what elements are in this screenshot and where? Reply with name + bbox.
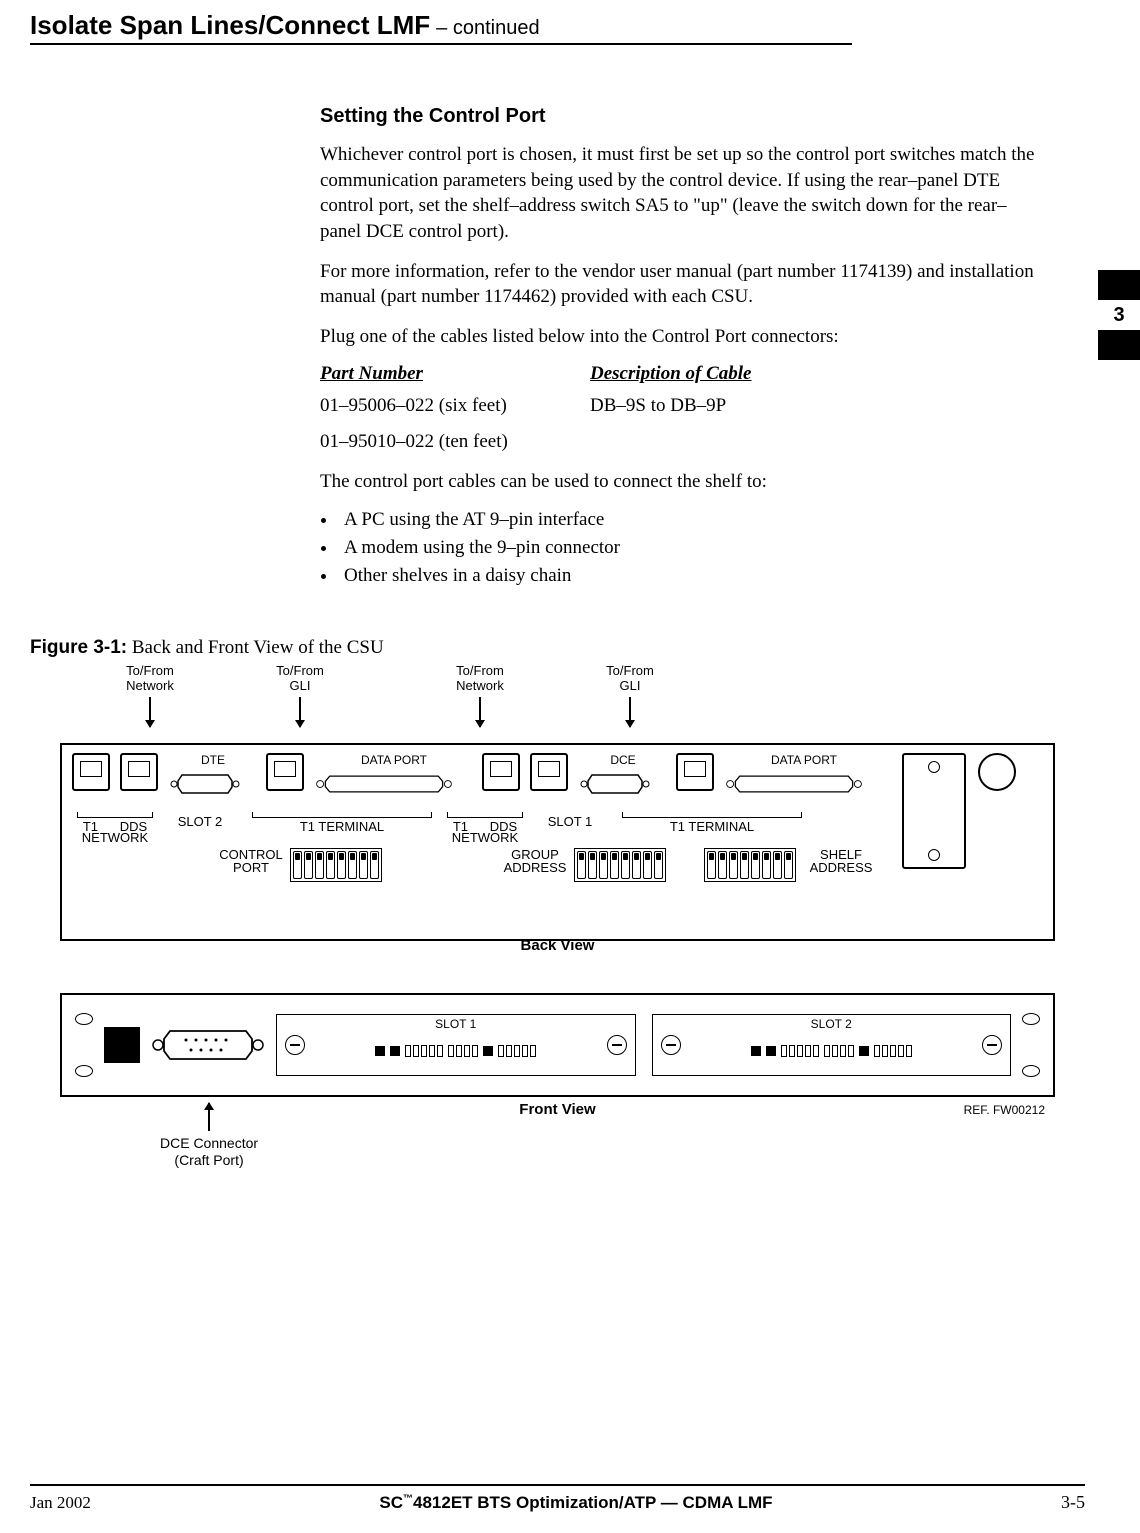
callout-to-from-network: To/From Network	[90, 663, 210, 723]
cable-table: Part Number 01–95006–022 (six feet) 01–9…	[320, 363, 1045, 467]
db9-connector-icon	[168, 767, 242, 801]
slot-card-icon: SLOT 1	[276, 1014, 636, 1076]
table-head-description: Description of Cable	[590, 363, 1045, 385]
page-footer: Jan 2002 SC™4812ET BTS Optimization/ATP …	[30, 1484, 1085, 1513]
callout-to-from-network: To/From Network	[420, 663, 540, 723]
label-back-view: Back View	[30, 937, 1085, 954]
db9-connector-icon	[578, 767, 652, 801]
label-network: NETWORK	[452, 830, 518, 845]
table-cell: 01–95006–022 (six feet)	[320, 395, 590, 417]
figure-number: Figure 3-1:	[30, 637, 127, 658]
label-slot-1: SLOT 1	[548, 814, 593, 829]
main-content: Setting the Control Port Whichever contr…	[320, 105, 1045, 587]
body-paragraph: For more information, refer to the vendo…	[320, 259, 1045, 310]
callout-to-from-gli: To/From GLI	[570, 663, 690, 723]
label-data-port: DATA PORT	[314, 753, 474, 767]
footer-page-number: 3-5	[1061, 1492, 1085, 1513]
table-head-part-number: Part Number	[320, 363, 590, 385]
dip-switch-icon	[574, 848, 666, 882]
rj-port-icon	[120, 753, 158, 791]
db25-connector-icon	[314, 767, 454, 801]
dip-switch-icon	[290, 848, 382, 882]
page-title-continued: – continued	[436, 17, 539, 40]
rj-port-icon	[72, 753, 110, 791]
body-paragraph: Whichever control port is chosen, it mus…	[320, 142, 1045, 245]
label-t1-terminal: T1 TERMINAL	[670, 819, 754, 834]
figure-caption: Figure 3-1: Back and Front View of the C…	[30, 637, 1085, 659]
section-heading: Setting the Control Port	[320, 105, 1045, 128]
table-cell: 01–95010–022 (ten feet)	[320, 431, 590, 453]
db9-connector-icon	[148, 1023, 268, 1067]
rj-port-icon	[482, 753, 520, 791]
power-module-icon	[902, 753, 966, 869]
footer-date: Jan 2002	[30, 1493, 91, 1513]
back-panel-diagram: DTE DATA PORT DCE	[60, 743, 1055, 941]
body-paragraph: The control port cables can be used to c…	[320, 469, 1045, 495]
page-title: Isolate Span Lines/Connect LMF	[30, 10, 430, 41]
db25-connector-icon	[724, 767, 864, 801]
label-data-port: DATA PORT	[724, 753, 884, 767]
callout-to-from-gli: To/From GLI	[240, 663, 360, 723]
body-paragraph: Plug one of the cables listed below into…	[320, 324, 1045, 350]
chapter-tab: 3	[1098, 270, 1140, 360]
table-cell: DB–9S to DB–9P	[590, 395, 1045, 417]
bullet-list: A PC using the AT 9–pin interface A mode…	[320, 509, 1045, 587]
dip-switch-icon	[704, 848, 796, 882]
list-item: A modem using the 9–pin connector	[338, 537, 1045, 559]
label-control-port: CONTROL PORT	[216, 848, 286, 874]
label-dce: DCE	[578, 753, 668, 767]
chapter-number: 3	[1098, 300, 1140, 330]
front-panel-diagram: SLOT 1 SLOT 2	[60, 993, 1055, 1097]
list-item: Other shelves in a daisy chain	[338, 565, 1045, 587]
figure-title: Back and Front View of the CSU	[127, 637, 384, 658]
footer-doc-title: SC™4812ET BTS Optimization/ATP — CDMA LM…	[379, 1493, 772, 1513]
power-switch-icon	[104, 1027, 140, 1063]
label-slot-2: SLOT 2	[178, 814, 223, 829]
list-item: A PC using the AT 9–pin interface	[338, 509, 1045, 531]
slot-card-icon: SLOT 2	[652, 1014, 1012, 1076]
figure-area: To/From Network To/From GLI To/From Netw…	[30, 663, 1085, 1203]
label-dte: DTE	[168, 753, 258, 767]
label-slot-2: SLOT 2	[653, 1017, 1011, 1031]
label-shelf-address: SHELF ADDRESS	[806, 848, 876, 874]
figure-reference: REF. FW00212	[964, 1103, 1045, 1117]
rj-port-icon	[676, 753, 714, 791]
label-front-view: Front View	[30, 1101, 1085, 1118]
rj-port-icon	[266, 753, 304, 791]
label-slot-1: SLOT 1	[277, 1017, 635, 1031]
label-group-address: GROUP ADDRESS	[500, 848, 570, 874]
page-header: Isolate Span Lines/Connect LMF – continu…	[30, 10, 852, 45]
label-network: NETWORK	[82, 830, 148, 845]
power-connector-icon	[978, 753, 1016, 791]
rj-port-icon	[530, 753, 568, 791]
